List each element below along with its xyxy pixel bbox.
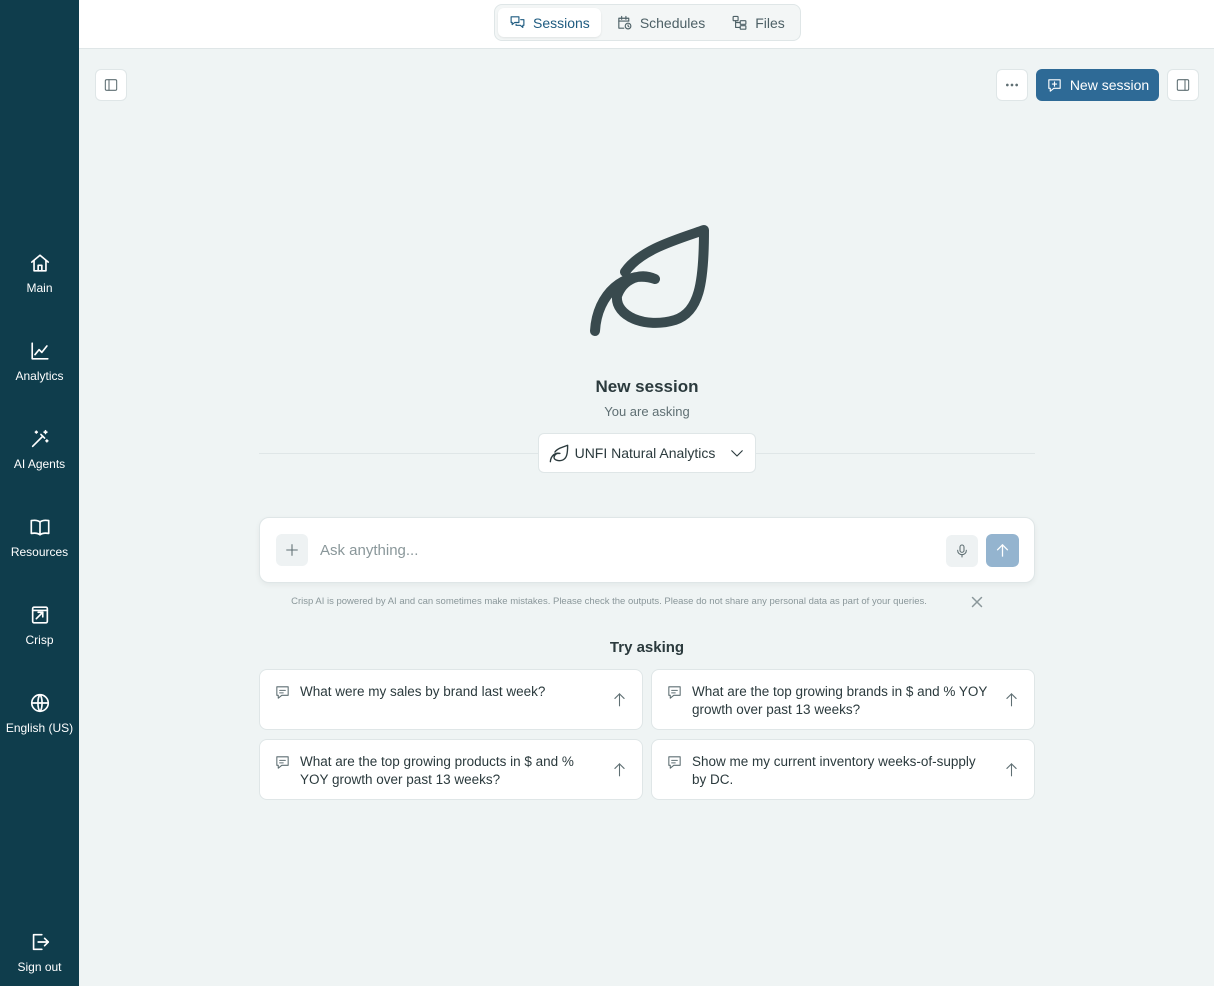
session-subtitle: You are asking xyxy=(604,404,690,419)
suggestion-text: What are the top growing products in $ a… xyxy=(300,754,574,787)
plus-icon xyxy=(286,544,298,556)
suggestion-card[interactable]: What were my sales by brand last week? xyxy=(259,669,643,730)
tab-label: Sessions xyxy=(533,14,590,31)
folder-tree-icon xyxy=(732,15,747,30)
sign-out-label: Sign out xyxy=(17,960,62,974)
tab-schedules[interactable]: Schedules xyxy=(605,8,716,37)
suggestion-card[interactable]: What are the top growing products in $ a… xyxy=(259,739,643,800)
suggestion-card[interactable]: What are the top growing brands in $ and… xyxy=(651,669,1035,730)
tab-label: Files xyxy=(755,14,785,31)
suggestion-card[interactable]: Show me my current inventory weeks-of-su… xyxy=(651,739,1035,800)
arrow-up-icon xyxy=(1003,761,1020,778)
close-icon xyxy=(971,596,983,608)
ask-input[interactable] xyxy=(320,538,920,562)
globe-icon xyxy=(30,693,49,713)
new-session-button[interactable]: New session xyxy=(1036,69,1159,101)
model-selector[interactable]: UNFI Natural Analytics xyxy=(538,433,756,473)
view-tabs: Sessions Schedules Files xyxy=(494,4,801,41)
tab-label: Schedules xyxy=(639,14,706,31)
calendar-clock-icon xyxy=(618,15,632,30)
sidebar-item-label: Resources xyxy=(10,545,69,559)
try-asking-heading: Try asking xyxy=(609,639,685,656)
tab-files[interactable]: Files xyxy=(720,8,796,37)
magic-wand-icon xyxy=(31,429,49,448)
line-chart-icon xyxy=(30,342,49,360)
sidebar-item-language[interactable]: English (US) xyxy=(0,692,79,756)
arrow-up-icon xyxy=(1003,691,1020,708)
message-icon xyxy=(666,684,683,701)
send-button[interactable] xyxy=(986,534,1019,567)
suggestion-text: What are the top growing brands in $ and… xyxy=(692,684,988,717)
crisp-icon xyxy=(31,606,48,624)
message-icon xyxy=(274,684,291,701)
voice-input-button[interactable] xyxy=(946,535,978,567)
more-options-button[interactable] xyxy=(996,69,1028,101)
sidebar-item-main[interactable]: Main xyxy=(0,252,79,316)
message-icon xyxy=(274,754,291,771)
toggle-right-panel-button[interactable] xyxy=(1167,69,1199,101)
sidebar-item-label: English (US) xyxy=(5,721,74,735)
disclaimer-text: Crisp AI is powered by AI and can someti… xyxy=(291,596,927,607)
leaf-icon xyxy=(549,444,568,463)
leaf-logo-icon xyxy=(590,225,709,336)
sidebar-item-analytics[interactable]: Analytics xyxy=(0,340,79,404)
sign-out-icon xyxy=(32,933,49,951)
arrow-up-icon xyxy=(996,544,1009,557)
sidebar-item-label: AI Agents xyxy=(13,457,66,471)
sidebar-right-icon xyxy=(1176,79,1190,91)
model-name: UNFI Natural Analytics xyxy=(574,445,716,461)
home-icon xyxy=(30,254,49,272)
sidebar-left-icon xyxy=(104,79,118,91)
session-title: New session xyxy=(595,377,699,396)
sidebar-item-resources[interactable]: Resources xyxy=(0,516,79,580)
sidebar-item-label: Main xyxy=(26,281,53,295)
dismiss-disclaimer-button[interactable] xyxy=(970,595,984,609)
sign-out-button[interactable]: Sign out xyxy=(0,931,79,986)
tab-sessions[interactable]: Sessions xyxy=(498,8,601,37)
chevron-down-icon xyxy=(731,450,744,457)
sidebar-item-crisp[interactable]: Crisp xyxy=(0,604,79,668)
sidebar-item-label: Crisp xyxy=(25,633,54,647)
arrow-up-icon xyxy=(611,761,628,778)
attach-button[interactable] xyxy=(276,534,308,566)
more-horizontal-icon xyxy=(1005,83,1018,87)
message-icon xyxy=(666,754,683,771)
microphone-icon xyxy=(957,544,967,558)
sidebar-item-ai-agents[interactable]: AI Agents xyxy=(0,428,79,492)
new-session-label: New session xyxy=(1069,77,1150,93)
top-bar: Sessions Schedules Files xyxy=(79,0,1214,49)
book-icon xyxy=(29,519,50,536)
ask-box xyxy=(259,517,1035,583)
sidebar: Main Analytics AI Agents Resources Crisp… xyxy=(0,0,79,986)
arrow-up-icon xyxy=(611,691,628,708)
toggle-left-panel-button[interactable] xyxy=(95,69,127,101)
sidebar-item-label: Analytics xyxy=(15,369,64,383)
suggestion-text: Show me my current inventory weeks-of-su… xyxy=(692,754,976,787)
chat-bubbles-icon xyxy=(510,16,525,29)
new-chat-icon xyxy=(1048,78,1061,92)
suggestion-text: What were my sales by brand last week? xyxy=(300,684,546,699)
